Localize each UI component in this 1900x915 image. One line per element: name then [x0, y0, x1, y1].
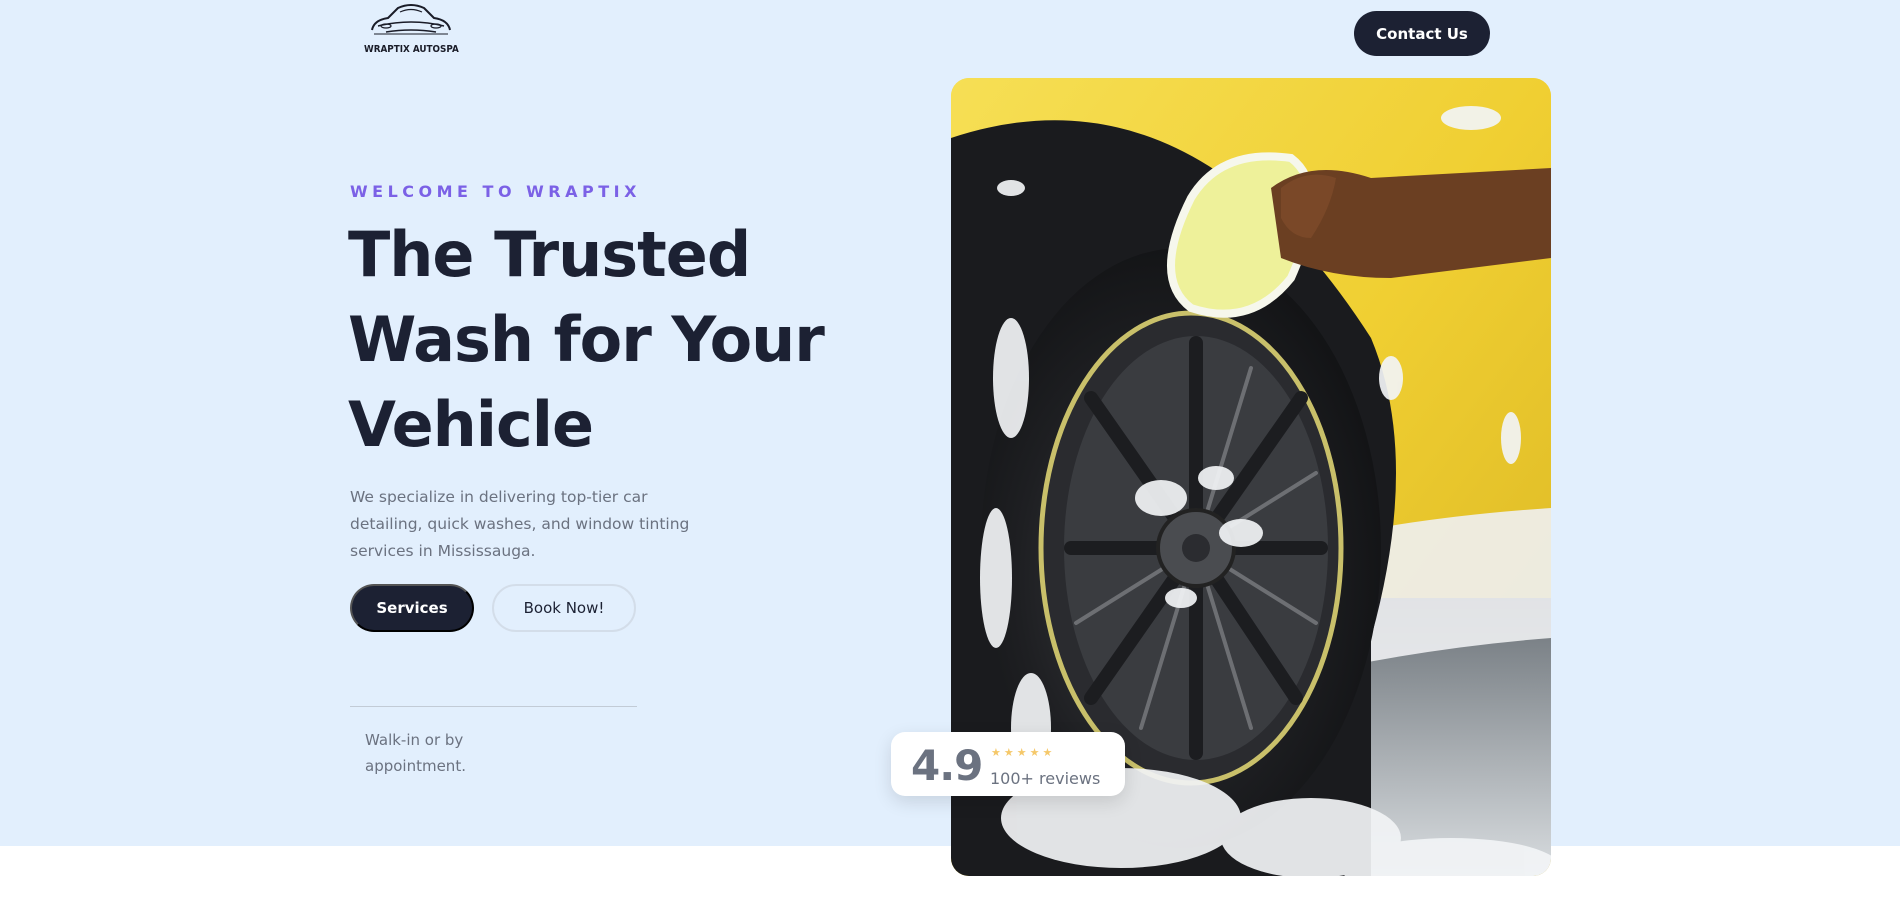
car-logo-icon: [371, 4, 451, 35]
rating-score: 4.9: [911, 741, 983, 790]
logo[interactable]: WRAPTIX AUTOSPA: [364, 0, 459, 60]
hero-description: We specialize in delivering top-tier car…: [350, 488, 690, 560]
star-rating-icon: ★★★★★: [991, 746, 1056, 759]
services-button[interactable]: Services: [350, 584, 474, 632]
logo-text: WRAPTIX AUTOSPA: [364, 44, 459, 55]
divider: [350, 706, 637, 707]
headline-line-2: Wash for Your: [348, 303, 825, 376]
book-now-button[interactable]: Book Now!: [492, 584, 636, 632]
rating-card: 4.9 ★★★★★ 100+ reviews: [891, 732, 1125, 796]
headline-line-3: Vehicle: [348, 388, 594, 461]
availability-note: Walk-in or by appointment.: [365, 731, 466, 775]
hero-headline: The Trusted Wash for Your Vehicle: [348, 212, 825, 467]
headline-line-1: The Trusted: [348, 218, 751, 291]
hero-background: [0, 0, 1900, 846]
contact-us-button[interactable]: Contact Us: [1354, 11, 1490, 56]
hero-eyebrow: WELCOME TO WRAPTIX: [350, 182, 641, 201]
review-count: 100+ reviews: [990, 769, 1101, 788]
